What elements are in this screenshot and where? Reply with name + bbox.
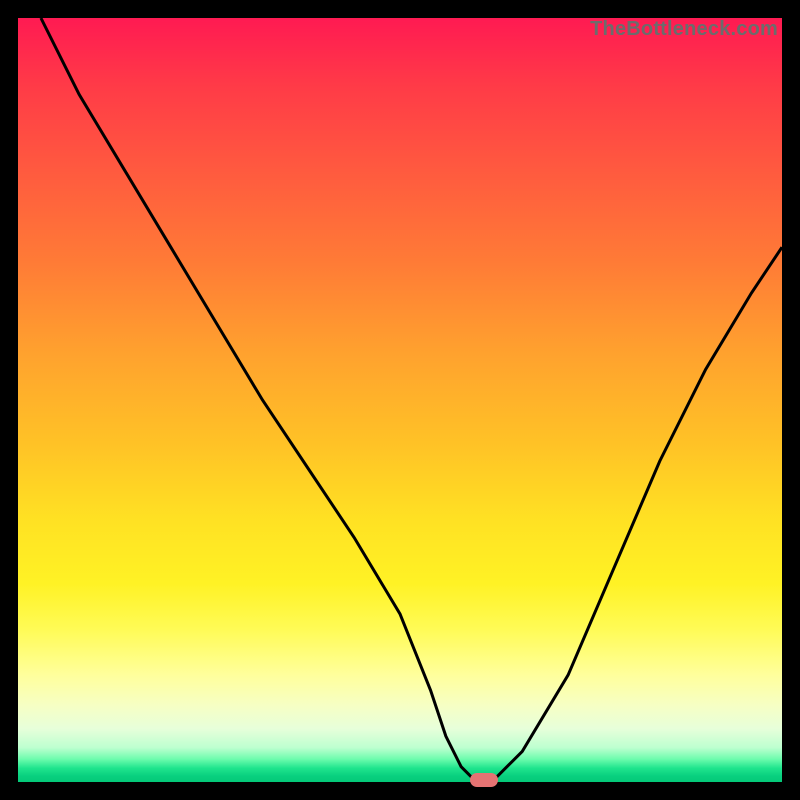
curve-path [41,18,782,782]
plot-area: TheBottleneck.com [18,18,782,782]
optimal-marker [470,773,498,787]
bottleneck-curve [18,18,782,782]
chart-frame: TheBottleneck.com [0,0,800,800]
